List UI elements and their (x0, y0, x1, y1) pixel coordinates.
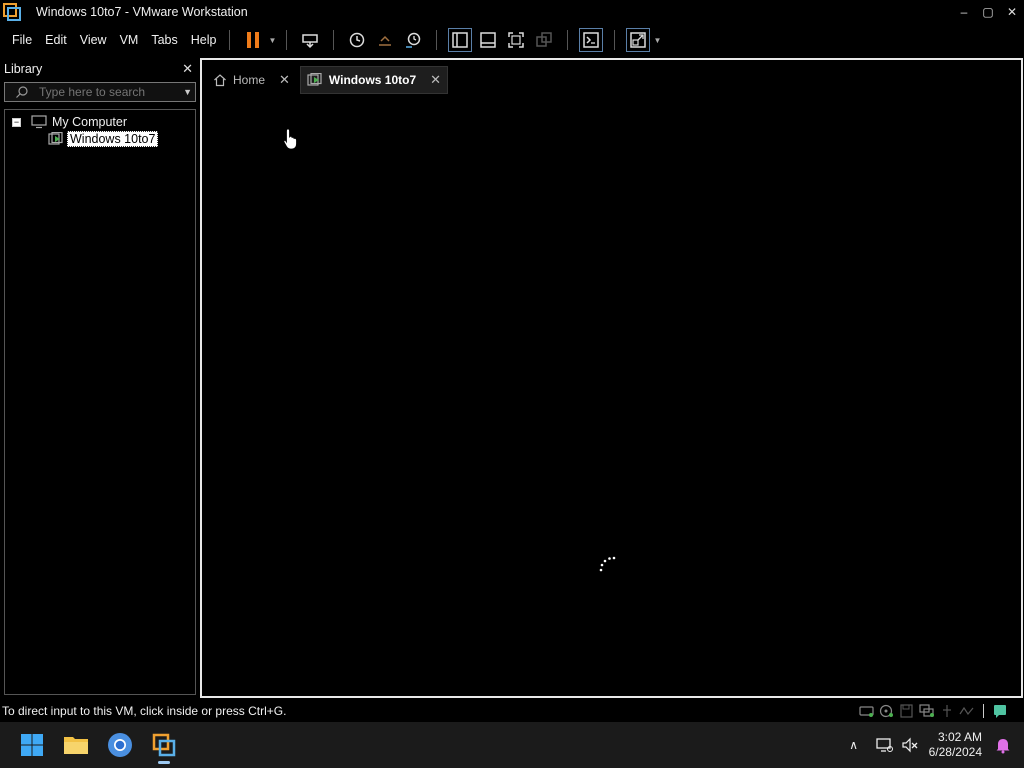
vmware-icon (152, 733, 176, 757)
full-screen-button[interactable] (504, 28, 528, 52)
unity-button[interactable] (532, 28, 556, 52)
search-icon (16, 86, 28, 98)
library-panel: Library ✕ ▼ − My Computer Windows 10to7 (0, 58, 199, 698)
fullscreen-icon (508, 32, 525, 48)
windows-taskbar: ∧ 3:02 AM 6/28/2024 (0, 722, 1024, 768)
library-close-button[interactable]: ✕ (182, 61, 193, 77)
thumbnail-layout-icon (480, 32, 497, 48)
tab-bar: Home ✕ Windows 10to7 ✕ (207, 66, 452, 94)
taskbar-clock[interactable]: 3:02 AM 6/28/2024 (929, 730, 982, 760)
library-title: Library (4, 62, 43, 76)
title-bar: Windows 10to7 - VMware Workstation – ▢ ✕ (0, 0, 1024, 24)
clock-date: 6/28/2024 (928, 745, 982, 759)
minimize-button[interactable]: – (952, 0, 976, 24)
sound-card-icon[interactable] (957, 702, 977, 720)
tree-label-windows-10to7: Windows 10to7 (67, 131, 159, 147)
tab-home[interactable]: Home ✕ (207, 66, 296, 94)
vmware-app-icon[interactable] (2, 2, 22, 22)
menu-view[interactable]: View (80, 33, 107, 47)
status-message: To direct input to this VM, click inside… (2, 704, 287, 718)
maximize-button[interactable]: ▢ (976, 0, 1000, 24)
menu-toolbar: File Edit View VM Tabs Help ▼ ▼ (0, 24, 1024, 56)
menu-vm[interactable]: VM (120, 33, 139, 47)
network-icon[interactable] (871, 730, 897, 760)
tab-home-close-button[interactable]: ✕ (279, 72, 290, 88)
menu-tabs[interactable]: Tabs (151, 33, 177, 47)
library-layout-icon (452, 32, 469, 48)
clock-time: 3:02 AM (937, 730, 982, 744)
volume-muted-icon[interactable] (897, 730, 923, 760)
show-hidden-icons-button[interactable]: ∧ (841, 730, 867, 760)
show-library-button[interactable] (448, 28, 473, 52)
toolbar-separator (567, 30, 569, 50)
tree-label-my-computer: My Computer (52, 115, 128, 129)
menu-help[interactable]: Help (191, 33, 217, 47)
system-tray: ∧ 3:02 AM 6/28/2024 (841, 722, 1024, 768)
library-tree: − My Computer Windows 10to7 (4, 109, 196, 695)
vm-console-area[interactable]: Home ✕ Windows 10to7 ✕ (200, 58, 1023, 698)
computer-icon (31, 115, 47, 129)
toolbar-separator (614, 30, 616, 50)
snapshot-clock-icon (350, 32, 365, 48)
library-search-input[interactable] (39, 85, 179, 99)
loading-spinner-icon (599, 556, 616, 572)
send-ctrl-alt-del-button[interactable] (298, 28, 322, 52)
search-dropdown-button[interactable]: ▼ (183, 87, 192, 97)
toolbar-separator (229, 30, 231, 50)
stretch-icon (630, 32, 647, 48)
stretch-dropdown-button[interactable]: ▼ (652, 28, 662, 52)
hard-disk-icon[interactable] (857, 702, 877, 720)
window-title: Windows 10to7 - VMware Workstation (36, 5, 248, 19)
vm-running-icon (48, 132, 63, 145)
revert-snapshot-icon (379, 35, 392, 46)
chrome-taskbar-button[interactable] (100, 725, 140, 765)
vm-running-icon (307, 73, 322, 86)
tree-collapse-icon[interactable]: − (12, 117, 21, 127)
tab-home-label: Home (233, 73, 266, 87)
start-button[interactable] (12, 725, 52, 765)
hand-cursor-icon (283, 128, 297, 150)
pause-icon (247, 32, 260, 48)
chrome-icon (108, 733, 132, 757)
take-snapshot-button[interactable] (345, 28, 369, 52)
network-adapter-icon[interactable] (917, 702, 937, 720)
keyboard-send-icon (302, 34, 319, 49)
cd-dvd-icon[interactable] (877, 702, 897, 720)
library-search-box[interactable]: ▼ (4, 82, 196, 102)
home-icon (214, 74, 226, 87)
close-window-button[interactable]: ✕ (1000, 0, 1024, 24)
tab-windows-10to7-label: Windows 10to7 (328, 73, 417, 87)
status-separator (983, 704, 984, 718)
floppy-icon[interactable] (897, 702, 917, 720)
stretch-guest-button[interactable] (626, 28, 651, 52)
notification-bell-icon[interactable] (990, 730, 1016, 760)
tree-item-windows-10to7[interactable]: Windows 10to7 (48, 131, 159, 147)
pause-button[interactable] (241, 28, 265, 52)
snapshot-manager-button[interactable] (401, 28, 425, 52)
show-thumbnail-bar-button[interactable] (476, 28, 500, 52)
power-dropdown-button[interactable]: ▼ (267, 28, 277, 52)
vmware-taskbar-button[interactable] (144, 725, 184, 765)
folder-icon (64, 737, 88, 754)
toolbar-separator (286, 30, 288, 50)
tab-windows-10to7-close-button[interactable]: ✕ (430, 72, 441, 88)
tab-windows-10to7[interactable]: Windows 10to7 ✕ (299, 66, 449, 94)
console-icon (583, 32, 600, 48)
message-log-icon[interactable] (990, 702, 1010, 720)
tree-item-my-computer[interactable]: − My Computer (12, 114, 127, 130)
revert-snapshot-button[interactable] (373, 28, 397, 52)
console-view-button[interactable] (579, 28, 604, 52)
unity-icon (536, 32, 553, 47)
snapshot-manager-icon (406, 32, 421, 48)
windows-logo-icon (21, 734, 43, 756)
device-status-icons (857, 702, 1010, 720)
menu-file[interactable]: File (12, 33, 32, 47)
toolbar-separator (333, 30, 335, 50)
file-explorer-taskbar-button[interactable] (56, 725, 96, 765)
library-header: Library ✕ (0, 58, 199, 80)
status-bar: To direct input to this VM, click inside… (0, 700, 1024, 722)
toolbar-separator (436, 30, 438, 50)
usb-controller-icon[interactable] (937, 702, 957, 720)
menu-edit[interactable]: Edit (45, 33, 67, 47)
